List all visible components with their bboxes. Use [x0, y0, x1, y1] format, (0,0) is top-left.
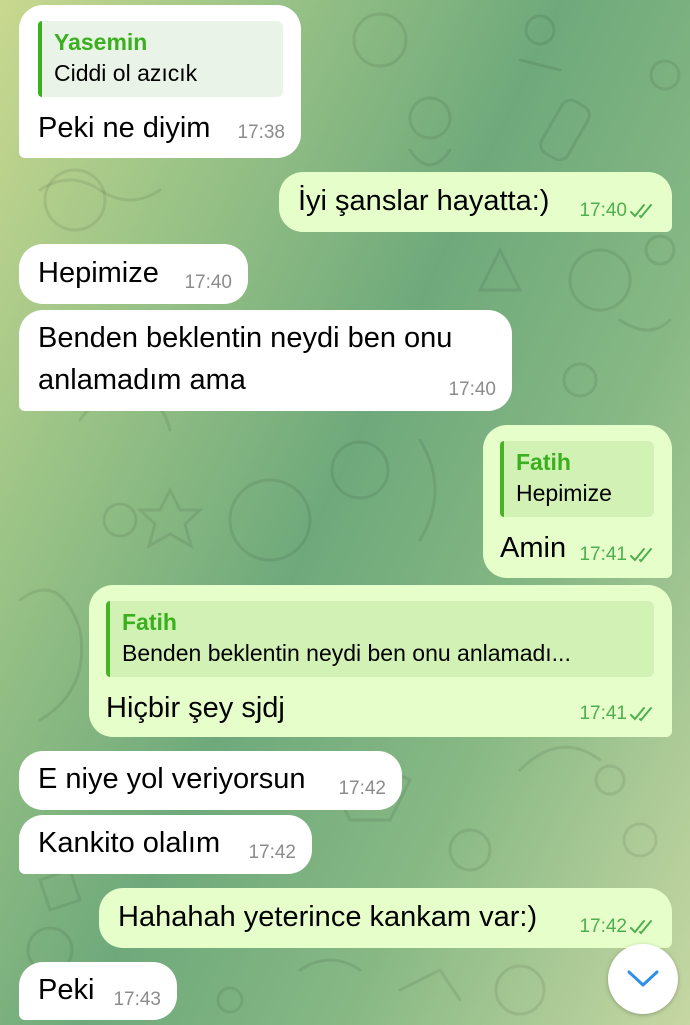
- reply-author: Yasemin: [54, 29, 148, 55]
- message-outgoing[interactable]: Hahahah yeterince kankam var:) 17:42: [99, 888, 672, 948]
- message-time: 17:40: [184, 272, 232, 293]
- message-outgoing[interactable]: Fatih Benden beklentin neydi ben onu anl…: [89, 585, 672, 737]
- message-time: 17:41: [579, 544, 627, 565]
- message-time: 17:40: [579, 200, 627, 221]
- message-incoming[interactable]: Kankito olalım 17:42: [19, 815, 312, 874]
- message-time: 17:42: [338, 778, 386, 799]
- message-text: Hahahah yeterince kankam var:): [118, 901, 538, 933]
- message-incoming[interactable]: Benden beklentin neydi ben onu anlamadım…: [19, 310, 512, 411]
- message-text: Hiçbir şey sjdj: [106, 692, 285, 724]
- scroll-to-bottom-button[interactable]: [608, 944, 678, 1014]
- reply-quote[interactable]: Yasemin Ciddi ol azıcık: [38, 21, 283, 97]
- message-text: Benden beklentin neydi ben onu anlamadım…: [38, 322, 453, 396]
- message-outgoing[interactable]: İyi şanslar hayatta:) 17:40: [279, 172, 672, 232]
- message-time: 17:42: [579, 916, 627, 937]
- message-time: 17:43: [113, 989, 161, 1010]
- double-check-icon: [630, 548, 652, 563]
- reply-author: Fatih: [122, 609, 177, 635]
- message-incoming[interactable]: Peki 17:43: [19, 962, 177, 1020]
- reply-text: Benden beklentin neydi ben onu anlamadı.…: [122, 640, 571, 666]
- double-check-icon: [630, 204, 652, 219]
- message-incoming[interactable]: Yasemin Ciddi ol azıcık Peki ne diyim 17…: [19, 5, 301, 158]
- double-check-icon: [630, 707, 652, 722]
- message-time: 17:42: [248, 842, 296, 863]
- message-incoming[interactable]: Hepimize 17:40: [19, 244, 248, 304]
- message-time: 17:41: [579, 703, 627, 724]
- reply-text: Ciddi ol azıcık: [54, 60, 198, 86]
- message-text: E niye yol veriyorsun: [38, 763, 306, 795]
- reply-author: Fatih: [516, 449, 571, 475]
- message-outgoing[interactable]: Fatih Hepimize Amin 17:41: [483, 425, 672, 578]
- reply-quote[interactable]: Fatih Benden beklentin neydi ben onu anl…: [106, 601, 654, 677]
- message-time: 17:40: [448, 379, 496, 400]
- chevron-down-icon: [627, 970, 659, 987]
- reply-text: Hepimize: [516, 480, 612, 506]
- double-check-icon: [630, 920, 652, 935]
- message-time: 17:38: [237, 122, 285, 143]
- message-incoming[interactable]: E niye yol veriyorsun 17:42: [19, 751, 402, 810]
- reply-quote[interactable]: Fatih Hepimize: [500, 441, 654, 517]
